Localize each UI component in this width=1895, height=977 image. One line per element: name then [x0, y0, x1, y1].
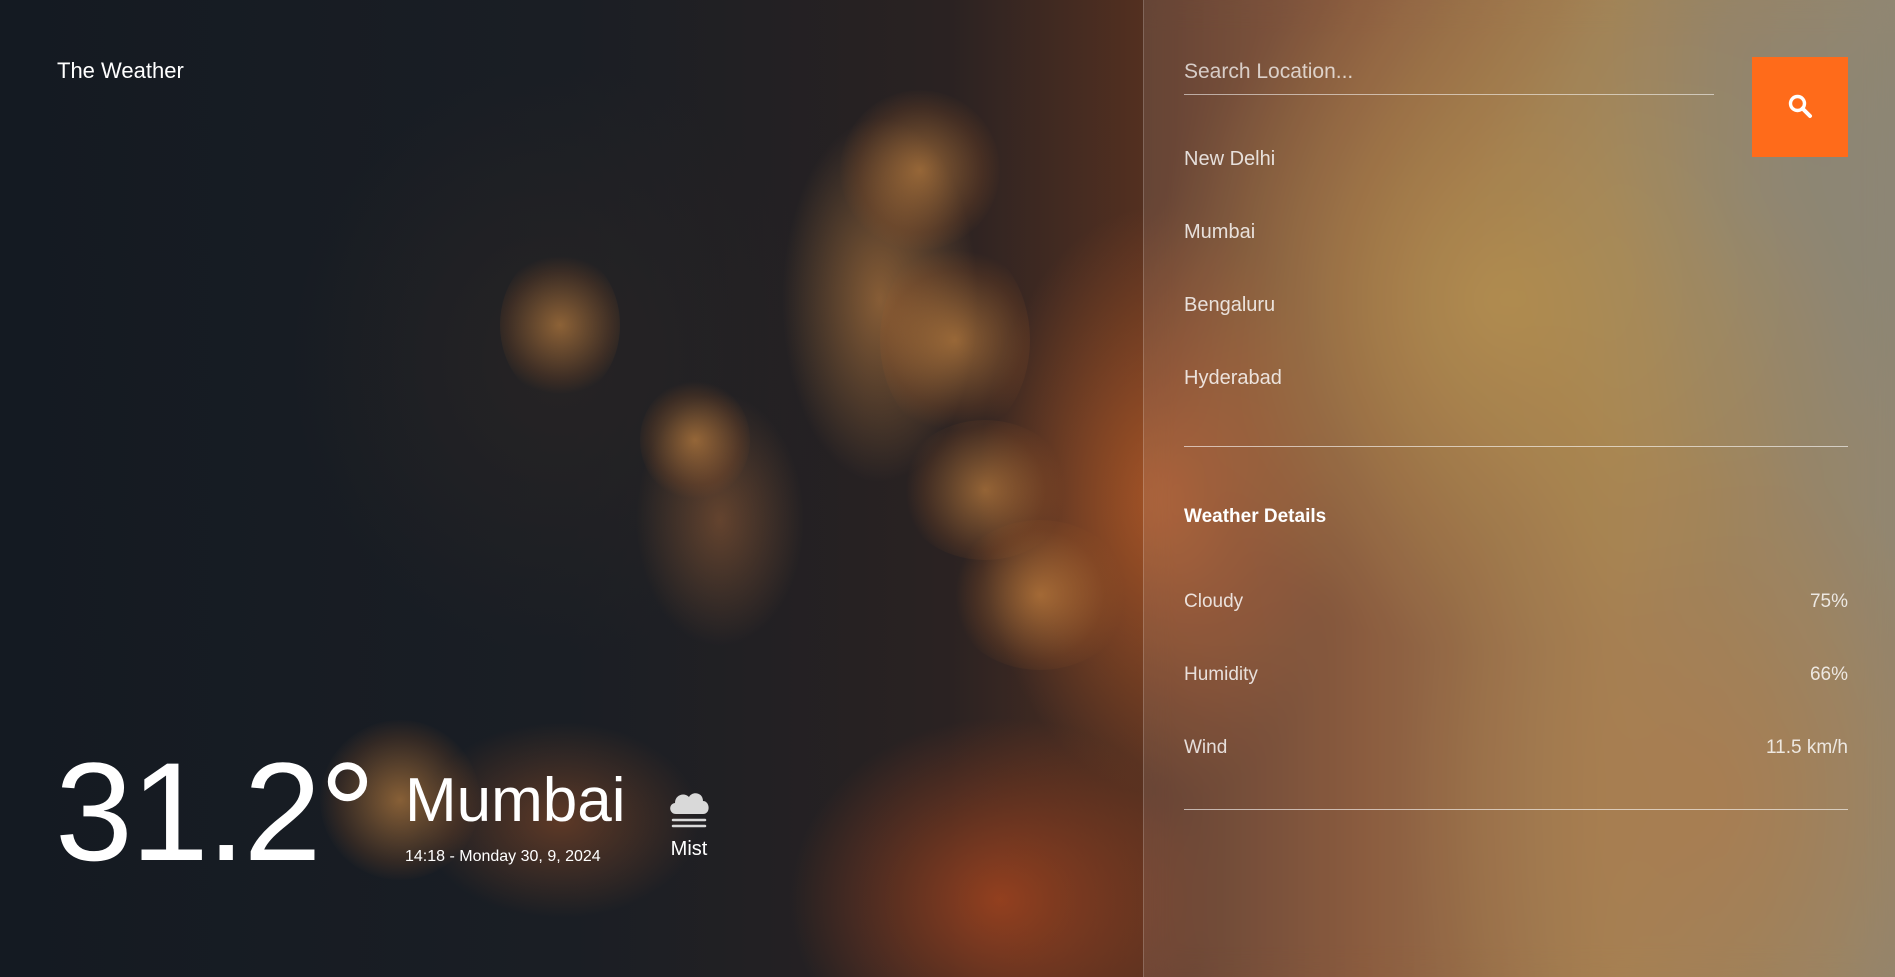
city-name: Mumbai: [405, 766, 626, 835]
side-panel: New Delhi Mumbai Bengaluru Hyderabad Wea…: [1143, 0, 1895, 977]
condition-label: Mist: [670, 838, 708, 860]
temperature-display: 31.2°: [55, 733, 375, 890]
detail-label: Wind: [1184, 737, 1228, 758]
location-item[interactable]: Hyderabad: [1184, 367, 1848, 440]
detail-row-cloudy: Cloudy 75%: [1184, 591, 1848, 613]
location-item[interactable]: New Delhi: [1184, 148, 1848, 221]
date-time: 14:18 - Monday 30, 9, 2024: [405, 848, 601, 865]
detail-label: Cloudy: [1184, 591, 1244, 612]
mist-cloud-icon: [654, 786, 724, 830]
detail-label: Humidity: [1184, 664, 1258, 685]
condition-block: Mist: [654, 786, 724, 861]
detail-value: 75%: [1809, 591, 1848, 612]
search-button[interactable]: [1752, 57, 1848, 157]
detail-row-humidity: Humidity 66%: [1184, 664, 1848, 686]
detail-value: 66%: [1809, 664, 1848, 685]
search-icon: [1787, 93, 1813, 122]
divider: [1184, 446, 1848, 447]
location-list: New Delhi Mumbai Bengaluru Hyderabad: [1184, 148, 1848, 440]
city-info: Mumbai 14:18 - Monday 30, 9, 2024: [405, 766, 626, 866]
detail-value: 11.5 km/h: [1765, 737, 1848, 758]
app-title: The Weather: [57, 58, 184, 83]
search-input[interactable]: [1184, 50, 1714, 95]
divider: [1184, 809, 1848, 810]
location-item[interactable]: Mumbai: [1184, 221, 1848, 294]
location-item[interactable]: Bengaluru: [1184, 294, 1848, 367]
weather-app: The Weather 31.2° Mumbai 14:18 - Monday …: [0, 0, 1895, 977]
detail-row-wind: Wind 11.5 km/h: [1184, 737, 1848, 759]
weather-details-title: Weather Details: [1184, 506, 1327, 527]
